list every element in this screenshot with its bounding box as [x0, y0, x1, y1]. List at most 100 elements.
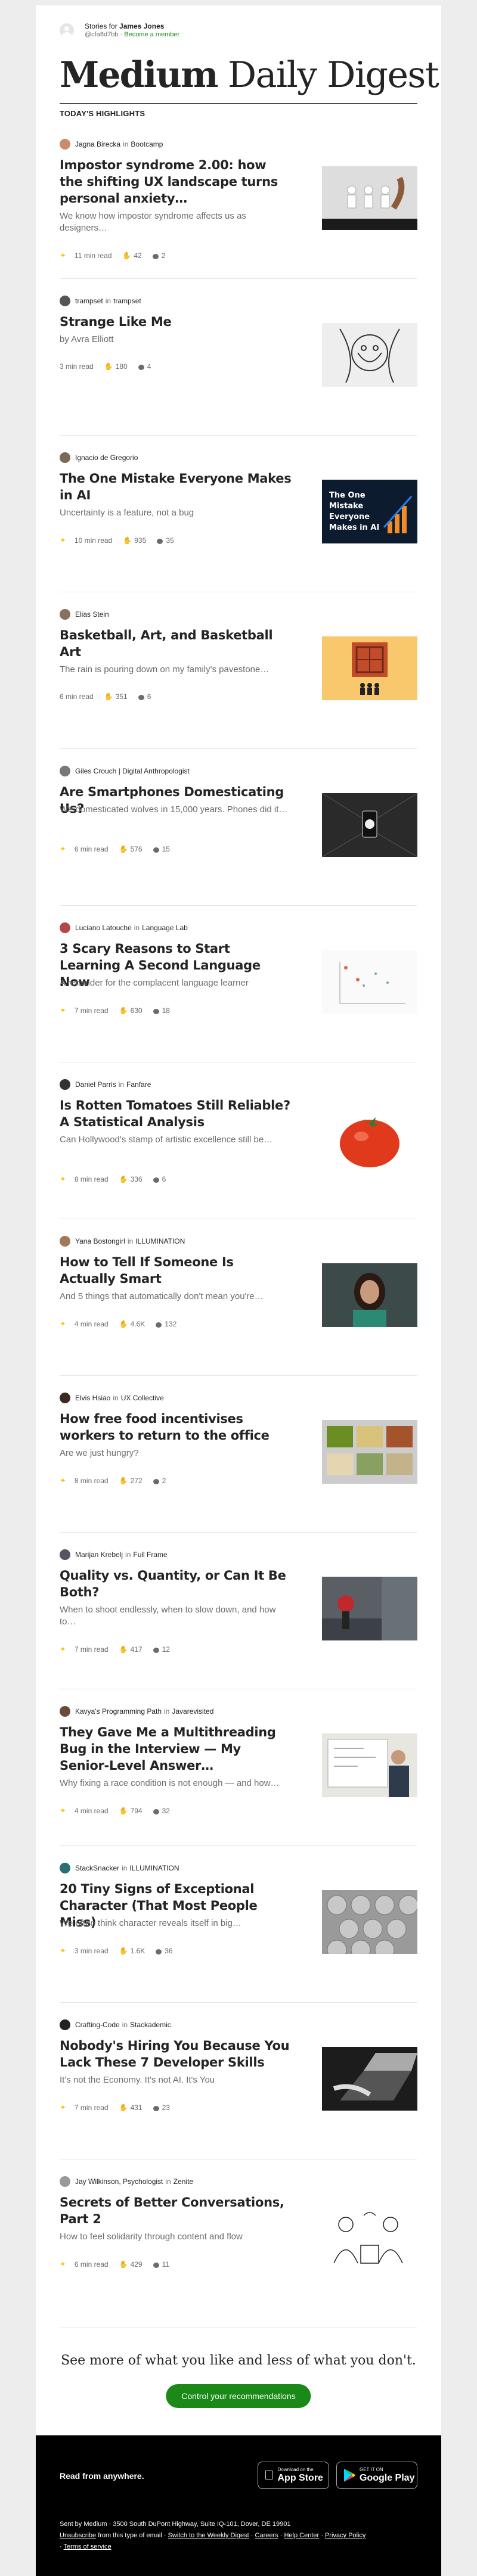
article-subtitle[interactable]: And 5 things that automatically don't me…	[60, 1291, 292, 1303]
author-avatar[interactable]	[60, 609, 70, 620]
article-card[interactable]: Luciano Latouche in Language Lab 3 Scary…	[60, 906, 417, 1062]
author-name[interactable]: Marijan Krebelj	[75, 1550, 123, 1559]
article-card[interactable]: StackSnacker in ILLUMINATION 20 Tiny Sig…	[60, 1846, 417, 2003]
publication-name[interactable]: Javarevisited	[172, 1707, 213, 1716]
article-card[interactable]: Elias Stein Basketball, Art, and Basketb…	[60, 592, 417, 749]
author-name[interactable]: Ignacio de Gregorio	[75, 453, 138, 462]
article-thumbnail[interactable]	[322, 1107, 417, 1170]
author-name[interactable]: Elvis Hsiao	[75, 1394, 110, 1402]
terms-link[interactable]: Terms of service	[64, 2543, 111, 2550]
author-avatar[interactable]	[60, 1549, 70, 1560]
article-thumbnail[interactable]	[322, 1733, 417, 1797]
article-subtitle[interactable]: We know how impostor syndrome affects us…	[60, 210, 292, 234]
article-title[interactable]: Is Rotten Tomatoes Still Reliable? A Sta…	[60, 1097, 292, 1130]
privacy-policy-link[interactable]: Privacy Policy	[325, 2532, 366, 2539]
publication-name[interactable]: Fanfare	[126, 1080, 151, 1089]
publication-name[interactable]: Full Frame	[133, 1550, 167, 1559]
become-member-link[interactable]: Become a member	[124, 31, 179, 38]
publication-name[interactable]: Zenite	[174, 2177, 193, 2186]
author-avatar[interactable]	[60, 452, 70, 463]
article-subtitle[interactable]: Are we just hungry?	[60, 1447, 292, 1459]
article-thumbnail[interactable]	[322, 1577, 417, 1640]
author-name[interactable]: Yana Bostongirl	[75, 1237, 125, 1245]
author-avatar[interactable]	[60, 1236, 70, 1247]
article-title[interactable]: Nobody's Hiring You Because You Lack The…	[60, 2037, 292, 2071]
author-name[interactable]: Kavya's Programming Path	[75, 1707, 162, 1716]
article-thumbnail[interactable]	[322, 1890, 417, 1954]
author-name[interactable]: StackSnacker	[75, 1864, 119, 1872]
author-name[interactable]: Luciano Latouche	[75, 924, 132, 932]
article-card[interactable]: Marijan Krebelj in Full Frame Quality vs…	[60, 1533, 417, 1689]
avatar[interactable]	[60, 23, 74, 38]
article-thumbnail[interactable]	[322, 793, 417, 857]
article-card[interactable]: Kavya's Programming Path in Javarevisite…	[60, 1689, 417, 1846]
author-avatar[interactable]	[60, 1393, 70, 1403]
article-card[interactable]: Giles Crouch | Digital Anthropologist Ar…	[60, 749, 417, 906]
article-thumbnail[interactable]	[322, 1263, 417, 1327]
google-play-badge[interactable]: GET IT ON Google Play	[336, 2462, 417, 2489]
article-thumbnail[interactable]	[322, 950, 417, 1014]
article-thumbnail[interactable]	[322, 166, 417, 230]
author-name[interactable]: Jay Wilkinson, Psychologist	[75, 2177, 163, 2186]
publication-name[interactable]: trampset	[113, 297, 141, 305]
article-title[interactable]: Strange Like Me	[60, 313, 292, 330]
article-card[interactable]: Elvis Hsiao in UX Collective How free fo…	[60, 1376, 417, 1533]
article-title[interactable]: How free food incentivises workers to re…	[60, 1410, 292, 1444]
article-subtitle[interactable]: Can Hollywood's stamp of artistic excell…	[60, 1134, 292, 1146]
article-card[interactable]: Ignacio de Gregorio The One Mistake Ever…	[60, 436, 417, 592]
author-avatar[interactable]	[60, 1863, 70, 1873]
article-subtitle[interactable]: We domesticated wolves in 15,000 years. …	[60, 804, 292, 816]
article-card[interactable]: Jay Wilkinson, Psychologist in Zenite Se…	[60, 2159, 417, 2316]
weekly-digest-link[interactable]: Switch to the Weekly Digest	[168, 2532, 249, 2539]
article-subtitle[interactable]: A reminder for the complacent language l…	[60, 977, 292, 989]
author-name[interactable]: Giles Crouch | Digital Anthropologist	[75, 767, 190, 775]
article-subtitle[interactable]: It's not the Economy. It's not AI. It's …	[60, 2074, 292, 2086]
author-avatar[interactable]	[60, 1706, 70, 1717]
author-avatar[interactable]	[60, 2019, 70, 2030]
publication-name[interactable]: ILLUMINATION	[129, 1864, 179, 1872]
help-center-link[interactable]: Help Center	[284, 2532, 319, 2539]
article-subtitle[interactable]: by Avra Elliott	[60, 334, 292, 346]
author-avatar[interactable]	[60, 139, 70, 150]
author-avatar[interactable]	[60, 296, 70, 306]
article-card[interactable]: Crafting-Code in Stackademic Nobody's Hi…	[60, 2003, 417, 2159]
article-title[interactable]: How to Tell If Someone Is Actually Smart	[60, 1254, 292, 1287]
article-thumbnail[interactable]	[322, 636, 417, 700]
author-avatar[interactable]	[60, 1079, 70, 1090]
app-store-badge[interactable]:  Download on theApp Store	[258, 2462, 329, 2489]
author-name[interactable]: Jagna Birecka	[75, 140, 120, 148]
article-title[interactable]: The One Mistake Everyone Makes in AI	[60, 470, 292, 504]
author-name[interactable]: Crafting-Code	[75, 2021, 120, 2029]
article-thumbnail[interactable]	[322, 2204, 417, 2267]
publication-name[interactable]: Bootcamp	[131, 140, 163, 148]
article-subtitle[interactable]: We often think character reveals itself …	[60, 1918, 292, 1929]
article-subtitle[interactable]: Uncertainty is a feature, not a bug	[60, 507, 292, 519]
article-subtitle[interactable]: Why fixing a race condition is not enoug…	[60, 1778, 292, 1789]
author-name[interactable]: trampset	[75, 297, 103, 305]
publication-name[interactable]: Stackademic	[130, 2021, 171, 2029]
article-title[interactable]: Quality vs. Quantity, or Can It Be Both?	[60, 1567, 292, 1601]
control-recommendations-button[interactable]: Control your recommendations	[166, 2384, 311, 2408]
article-title[interactable]: Impostor syndrome 2.00: how the shifting…	[60, 157, 292, 207]
article-card[interactable]: Daniel Parris in Fanfare Is Rotten Tomat…	[60, 1062, 417, 1219]
article-card[interactable]: trampset in trampset Strange Like Me by …	[60, 279, 417, 436]
publication-name[interactable]: Language Lab	[142, 924, 188, 932]
publication-name[interactable]: ILLUMINATION	[135, 1237, 185, 1245]
article-subtitle[interactable]: How to feel solidarity through content a…	[60, 2231, 292, 2243]
article-thumbnail[interactable]	[322, 323, 417, 387]
article-title[interactable]: Basketball, Art, and Basketball Art	[60, 627, 292, 660]
author-avatar[interactable]	[60, 922, 70, 933]
author-avatar[interactable]	[60, 766, 70, 776]
publication-name[interactable]: UX Collective	[121, 1394, 164, 1402]
author-name[interactable]: Daniel Parris	[75, 1080, 116, 1089]
author-name[interactable]: Elias Stein	[75, 610, 109, 619]
article-subtitle[interactable]: When to shoot endlessly, when to slow do…	[60, 1604, 292, 1628]
article-card[interactable]: Jagna Birecka in Bootcamp Impostor syndr…	[60, 122, 417, 279]
article-thumbnail[interactable]	[322, 1420, 417, 1484]
article-card[interactable]: Yana Bostongirl in ILLUMINATION How to T…	[60, 1219, 417, 1376]
article-thumbnail[interactable]: The One Mistake Everyone Makes in AI	[322, 480, 417, 543]
masthead[interactable]: Medium Daily Digest	[60, 54, 439, 96]
unsubscribe-link[interactable]: Unsubscribe	[60, 2532, 96, 2539]
careers-link[interactable]: Careers	[255, 2532, 278, 2539]
article-thumbnail[interactable]	[322, 2047, 417, 2111]
